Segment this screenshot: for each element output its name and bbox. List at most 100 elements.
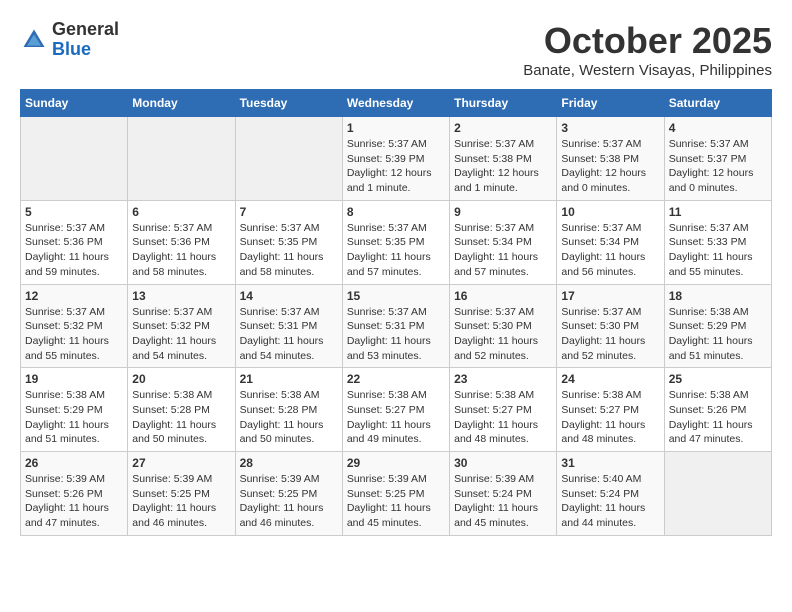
calendar-cell: 20 Sunrise: 5:38 AM Sunset: 5:28 PM Dayli… — [128, 368, 235, 452]
calendar-week-2: 5 Sunrise: 5:37 AM Sunset: 5:36 PM Daylig… — [21, 200, 772, 284]
day-number: 7 — [240, 205, 338, 219]
calendar-cell: 16 Sunrise: 5:37 AM Sunset: 5:30 PM Dayli… — [450, 284, 557, 368]
calendar-cell: 3Sunrise: 5:37 AM Sunset: 5:38 PM Daylig… — [557, 117, 664, 201]
calendar-cell: 9 Sunrise: 5:37 AM Sunset: 5:34 PM Daylig… — [450, 200, 557, 284]
day-number: 26 — [25, 456, 123, 470]
calendar-cell: 26 Sunrise: 5:39 AM Sunset: 5:26 PM Dayli… — [21, 452, 128, 536]
weekday-header-saturday: Saturday — [664, 90, 771, 117]
day-info: Sunrise: 5:37 AM Sunset: 5:33 PM Dayligh… — [669, 221, 767, 280]
day-number: 18 — [669, 289, 767, 303]
calendar-cell: 27Sunrise: 5:39 AM Sunset: 5:25 PM Dayli… — [128, 452, 235, 536]
day-number: 20 — [132, 372, 230, 386]
weekday-header-wednesday: Wednesday — [342, 90, 449, 117]
day-number: 2 — [454, 121, 552, 135]
calendar-cell: 21 Sunrise: 5:38 AM Sunset: 5:28 PM Dayli… — [235, 368, 342, 452]
calendar-cell — [21, 117, 128, 201]
logo: General Blue — [20, 20, 119, 60]
day-info: Sunrise: 5:37 AM Sunset: 5:35 PM Dayligh… — [347, 221, 445, 280]
day-info: Sunrise: 5:37 AM Sunset: 5:37 PM Dayligh… — [669, 137, 767, 196]
day-number: 29 — [347, 456, 445, 470]
calendar-cell: 31 Sunrise: 5:40 AM Sunset: 5:24 PM Dayli… — [557, 452, 664, 536]
calendar-cell: 14 Sunrise: 5:37 AM Sunset: 5:31 PM Dayli… — [235, 284, 342, 368]
day-number: 14 — [240, 289, 338, 303]
day-info: Sunrise: 5:40 AM Sunset: 5:24 PM Dayligh… — [561, 472, 659, 531]
day-info: Sunrise: 5:37 AM Sunset: 5:34 PM Dayligh… — [454, 221, 552, 280]
day-number: 8 — [347, 205, 445, 219]
day-info: Sunrise: 5:38 AM Sunset: 5:28 PM Dayligh… — [240, 388, 338, 447]
day-number: 13 — [132, 289, 230, 303]
calendar-cell: 18 Sunrise: 5:38 AM Sunset: 5:29 PM Dayli… — [664, 284, 771, 368]
calendar-cell: 1Sunrise: 5:37 AM Sunset: 5:39 PM Daylig… — [342, 117, 449, 201]
calendar-cell: 12 Sunrise: 5:37 AM Sunset: 5:32 PM Dayli… — [21, 284, 128, 368]
day-number: 23 — [454, 372, 552, 386]
day-info: Sunrise: 5:37 AM Sunset: 5:32 PM Dayligh… — [25, 305, 123, 364]
day-info: Sunrise: 5:38 AM Sunset: 5:27 PM Dayligh… — [347, 388, 445, 447]
day-info: Sunrise: 5:37 AM Sunset: 5:32 PM Dayligh… — [132, 305, 230, 364]
calendar-cell — [235, 117, 342, 201]
day-number: 5 — [25, 205, 123, 219]
weekday-header-monday: Monday — [128, 90, 235, 117]
calendar-cell: 7 Sunrise: 5:37 AM Sunset: 5:35 PM Daylig… — [235, 200, 342, 284]
day-info: Sunrise: 5:37 AM Sunset: 5:30 PM Dayligh… — [454, 305, 552, 364]
day-number: 4 — [669, 121, 767, 135]
day-number: 28 — [240, 456, 338, 470]
day-info: Sunrise: 5:39 AM Sunset: 5:25 PM Dayligh… — [347, 472, 445, 531]
day-info: Sunrise: 5:37 AM Sunset: 5:35 PM Dayligh… — [240, 221, 338, 280]
day-info: Sunrise: 5:39 AM Sunset: 5:26 PM Dayligh… — [25, 472, 123, 531]
calendar-cell: 5Sunrise: 5:37 AM Sunset: 5:36 PM Daylig… — [21, 200, 128, 284]
calendar-week-3: 12 Sunrise: 5:37 AM Sunset: 5:32 PM Dayli… — [21, 284, 772, 368]
day-info: Sunrise: 5:38 AM Sunset: 5:26 PM Dayligh… — [669, 388, 767, 447]
day-info: Sunrise: 5:39 AM Sunset: 5:24 PM Dayligh… — [454, 472, 552, 531]
day-number: 10 — [561, 205, 659, 219]
location-title: Banate, Western Visayas, Philippines — [523, 62, 772, 79]
day-number: 24 — [561, 372, 659, 386]
day-number: 31 — [561, 456, 659, 470]
calendar-cell: 29 Sunrise: 5:39 AM Sunset: 5:25 PM Dayli… — [342, 452, 449, 536]
calendar-cell — [664, 452, 771, 536]
calendar-cell: 22 Sunrise: 5:38 AM Sunset: 5:27 PM Dayli… — [342, 368, 449, 452]
calendar-cell: 4 Sunrise: 5:37 AM Sunset: 5:37 PM Daylig… — [664, 117, 771, 201]
day-number: 12 — [25, 289, 123, 303]
day-info: Sunrise: 5:37 AM Sunset: 5:38 PM Dayligh… — [454, 137, 552, 196]
day-number: 9 — [454, 205, 552, 219]
day-number: 25 — [669, 372, 767, 386]
calendar-cell: 17Sunrise: 5:37 AM Sunset: 5:30 PM Dayli… — [557, 284, 664, 368]
weekday-header-tuesday: Tuesday — [235, 90, 342, 117]
day-number: 16 — [454, 289, 552, 303]
day-info: Sunrise: 5:38 AM Sunset: 5:27 PM Dayligh… — [561, 388, 659, 447]
calendar-week-4: 19 Sunrise: 5:38 AM Sunset: 5:29 PM Dayli… — [21, 368, 772, 452]
weekday-header-friday: Friday — [557, 90, 664, 117]
title-area: October 2025 Banate, Western Visayas, Ph… — [523, 20, 772, 79]
calendar-week-5: 26 Sunrise: 5:39 AM Sunset: 5:26 PM Dayli… — [21, 452, 772, 536]
calendar-body: 1Sunrise: 5:37 AM Sunset: 5:39 PM Daylig… — [21, 117, 772, 536]
calendar-cell: 10Sunrise: 5:37 AM Sunset: 5:34 PM Dayli… — [557, 200, 664, 284]
calendar-cell: 11 Sunrise: 5:37 AM Sunset: 5:33 PM Dayli… — [664, 200, 771, 284]
weekday-header-sunday: Sunday — [21, 90, 128, 117]
calendar-week-1: 1Sunrise: 5:37 AM Sunset: 5:39 PM Daylig… — [21, 117, 772, 201]
calendar-table: SundayMondayTuesdayWednesdayThursdayFrid… — [20, 89, 772, 536]
day-number: 19 — [25, 372, 123, 386]
day-info: Sunrise: 5:37 AM Sunset: 5:31 PM Dayligh… — [240, 305, 338, 364]
day-info: Sunrise: 5:39 AM Sunset: 5:25 PM Dayligh… — [240, 472, 338, 531]
day-info: Sunrise: 5:38 AM Sunset: 5:28 PM Dayligh… — [132, 388, 230, 447]
day-info: Sunrise: 5:37 AM Sunset: 5:36 PM Dayligh… — [132, 221, 230, 280]
day-number: 22 — [347, 372, 445, 386]
calendar-header: SundayMondayTuesdayWednesdayThursdayFrid… — [21, 90, 772, 117]
calendar-cell: 24 Sunrise: 5:38 AM Sunset: 5:27 PM Dayli… — [557, 368, 664, 452]
weekday-header-thursday: Thursday — [450, 90, 557, 117]
day-number: 21 — [240, 372, 338, 386]
day-info: Sunrise: 5:37 AM Sunset: 5:38 PM Dayligh… — [561, 137, 659, 196]
day-info: Sunrise: 5:38 AM Sunset: 5:29 PM Dayligh… — [25, 388, 123, 447]
day-info: Sunrise: 5:37 AM Sunset: 5:31 PM Dayligh… — [347, 305, 445, 364]
calendar-cell: 8 Sunrise: 5:37 AM Sunset: 5:35 PM Daylig… — [342, 200, 449, 284]
calendar-cell: 13 Sunrise: 5:37 AM Sunset: 5:32 PM Dayli… — [128, 284, 235, 368]
calendar-cell: 23 Sunrise: 5:38 AM Sunset: 5:27 PM Dayli… — [450, 368, 557, 452]
day-number: 6 — [132, 205, 230, 219]
day-info: Sunrise: 5:38 AM Sunset: 5:27 PM Dayligh… — [454, 388, 552, 447]
day-info: Sunrise: 5:38 AM Sunset: 5:29 PM Dayligh… — [669, 305, 767, 364]
day-number: 15 — [347, 289, 445, 303]
day-number: 11 — [669, 205, 767, 219]
day-number: 17 — [561, 289, 659, 303]
logo-general-text: General — [52, 20, 119, 40]
weekday-header-row: SundayMondayTuesdayWednesdayThursdayFrid… — [21, 90, 772, 117]
